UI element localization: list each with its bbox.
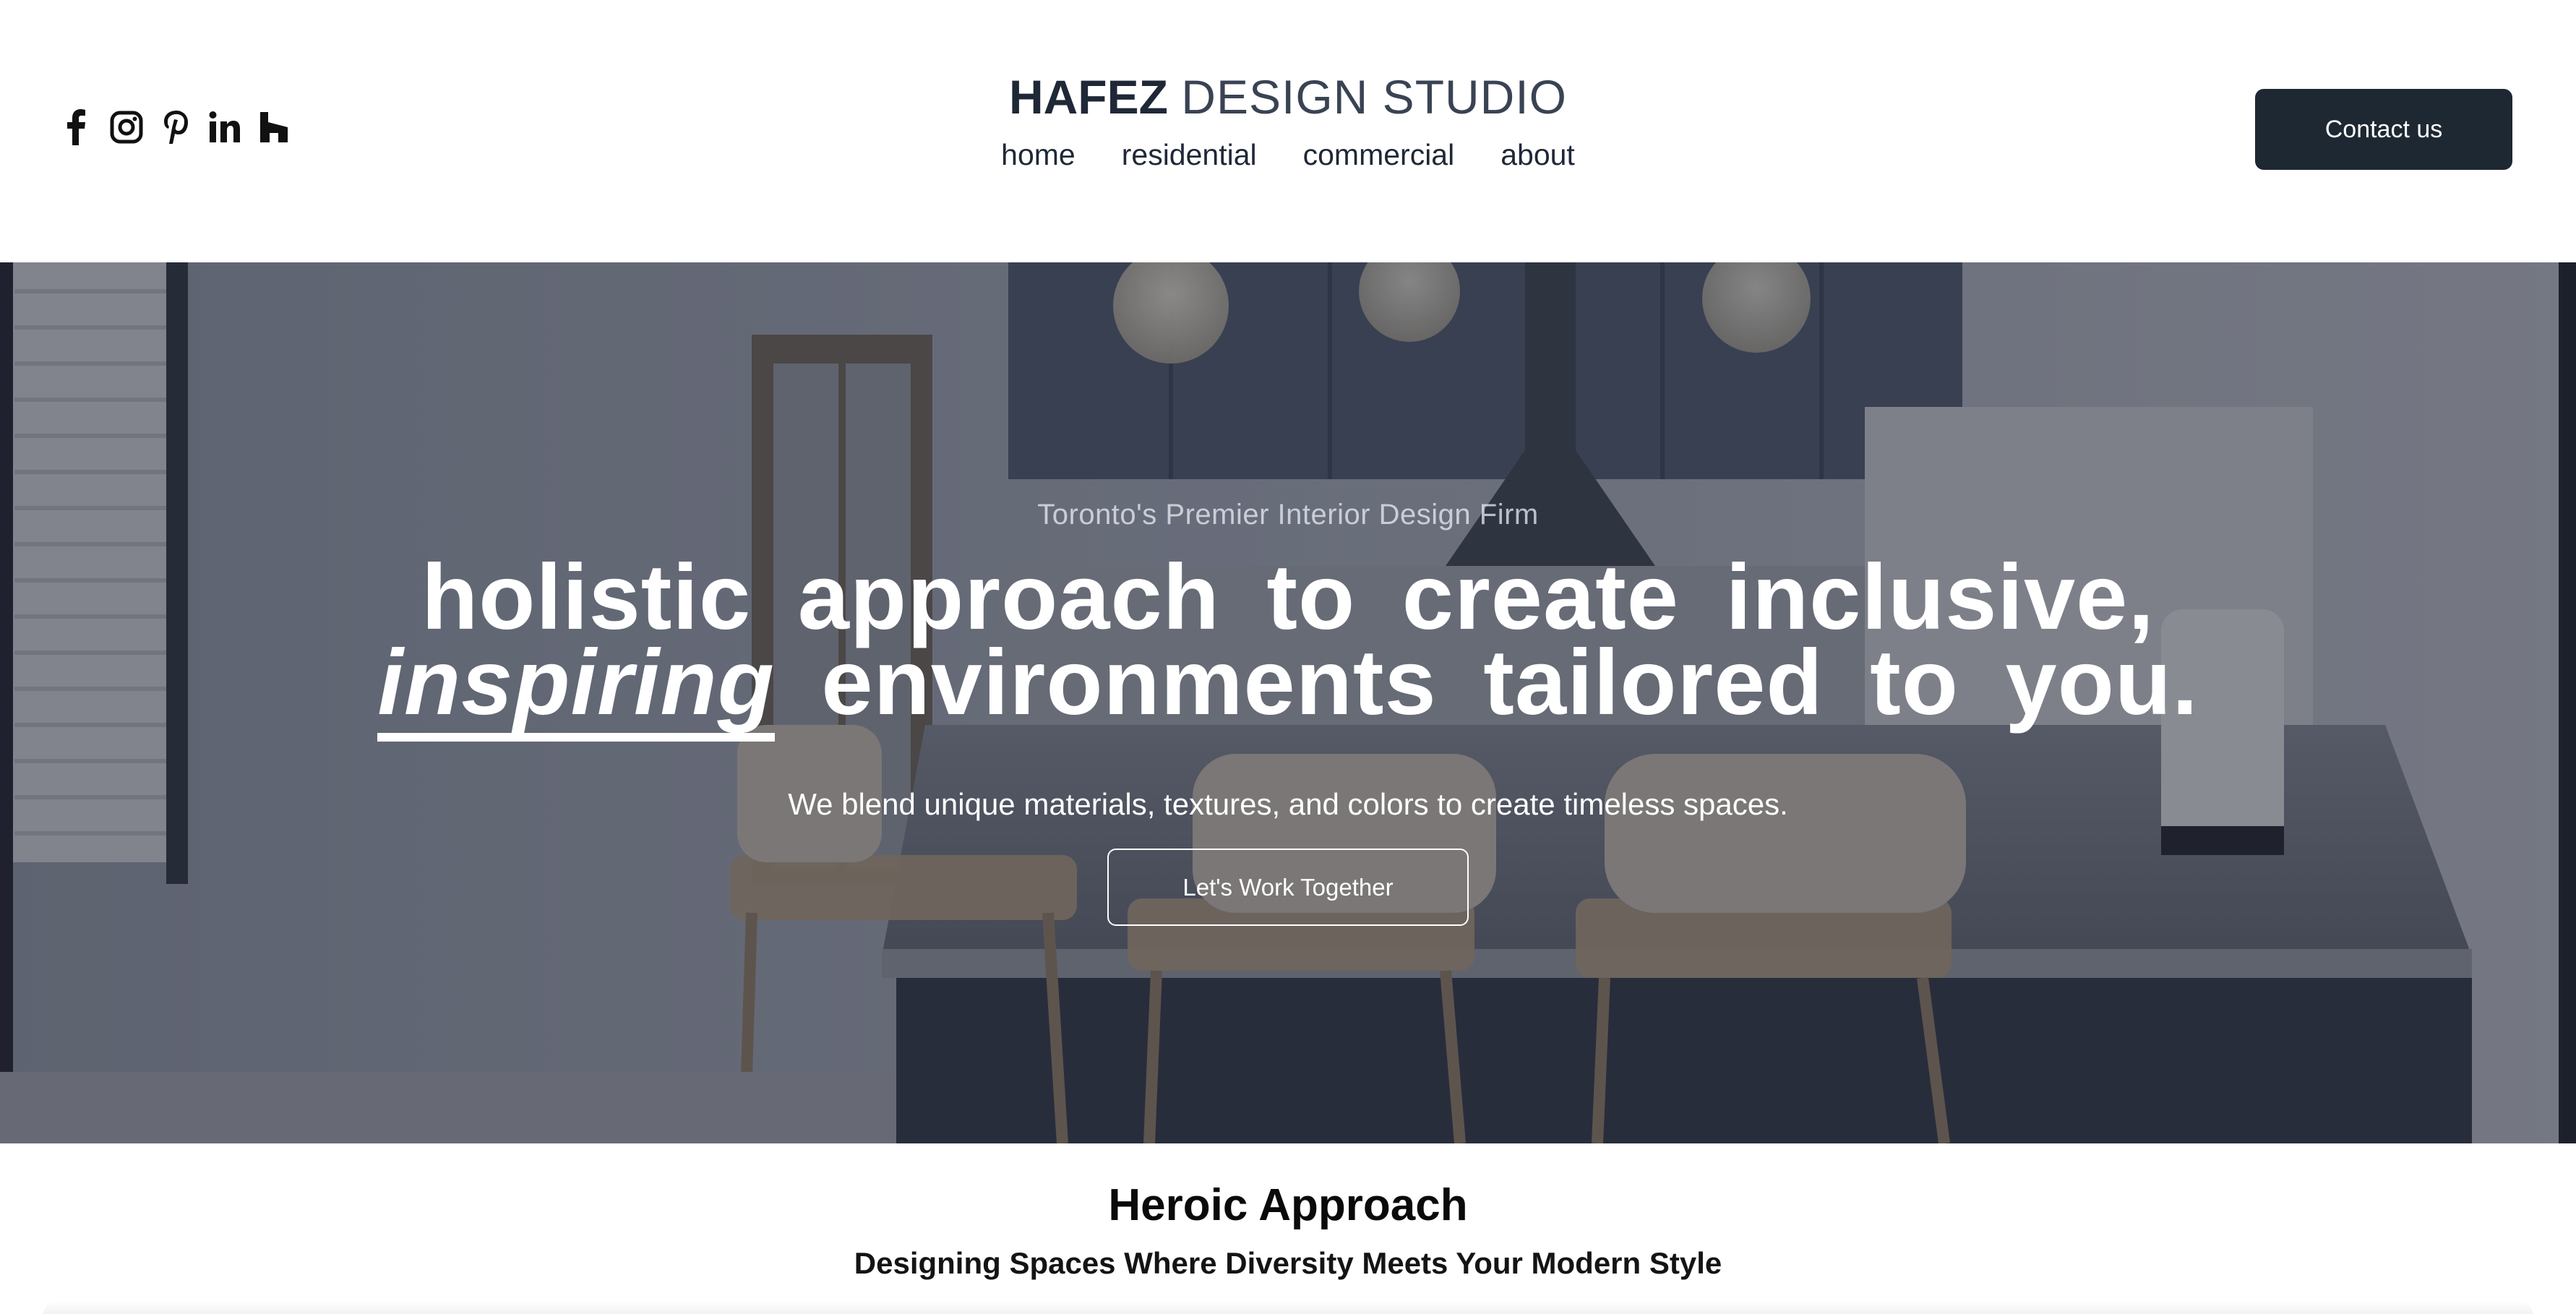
nav-link-home[interactable]: home [1001,134,1076,175]
nav-link-residential[interactable]: residential [1122,134,1257,175]
hero-subline: We blend unique materials, textures, and… [788,787,1788,821]
section-title: Heroic Approach [1108,1180,1468,1230]
section-subtitle: Designing Spaces Where Diversity Meets Y… [854,1246,1722,1280]
site-header: HAFEZ DESIGN STUDIO home residential com… [0,0,2576,262]
contact-button[interactable]: Contact us [2255,89,2512,170]
main-nav: home residential commercial about [0,134,2576,175]
hero-headline: holistic approach to create inclusive, i… [0,546,2576,742]
brand-name-bold: HAFEZ [1008,70,1168,124]
headline-line-2: inspiring environments tailored to you. [0,631,2576,742]
brand-name-light: DESIGN STUDIO [1181,70,1568,124]
nav-link-commercial[interactable]: commercial [1303,134,1455,175]
section-card-edge [43,1301,2533,1314]
hero-eyebrow: Toronto's Premier Interior Design Firm [1037,499,1539,531]
nav-link-about[interactable]: about [1500,134,1575,175]
brand-logo[interactable]: HAFEZ DESIGN STUDIO [0,66,2576,127]
hero-section: Toronto's Premier Interior Design Firm h… [0,262,2576,1143]
headline-line-1: holistic approach to create inclusive, [421,546,2155,649]
work-together-button[interactable]: Let's Work Together [1107,849,1469,926]
headline-line-2-rest: environments tailored to you. [821,631,2199,734]
headline-accent-word: inspiring [377,631,776,742]
